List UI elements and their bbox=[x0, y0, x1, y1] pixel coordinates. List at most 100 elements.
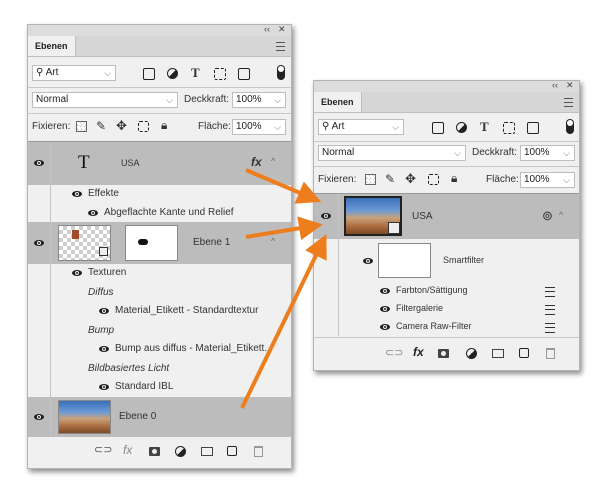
texture-heading: Diffus bbox=[88, 287, 114, 298]
filter-toggle[interactable] bbox=[566, 119, 574, 134]
eye-icon[interactable] bbox=[34, 240, 44, 246]
link-icon[interactable]: ⊂⊃ bbox=[94, 443, 112, 456]
tab-layers[interactable]: Ebenen bbox=[28, 36, 76, 56]
lock-transparency-icon[interactable] bbox=[76, 121, 87, 132]
layers-panel-left: ‹‹ ✕ Ebenen ⚲ Art ⌵ T Normal ⌵ Deckkraft… bbox=[27, 24, 292, 469]
lock-transparency-icon[interactable] bbox=[365, 174, 376, 185]
fill-input[interactable]: 100% ⌵ bbox=[520, 172, 575, 188]
filter-item-row[interactable]: Camera Raw-Filter bbox=[314, 318, 579, 336]
eye-icon[interactable] bbox=[321, 213, 331, 219]
visibility-cell bbox=[28, 321, 51, 340]
eye-icon[interactable] bbox=[363, 258, 373, 264]
layer-mask-thumbnail[interactable] bbox=[125, 225, 178, 261]
eye-icon[interactable] bbox=[99, 384, 109, 390]
image-filter-icon[interactable] bbox=[432, 122, 444, 134]
filter-kind-select[interactable]: ⚲ Art ⌵ bbox=[32, 65, 116, 81]
eye-icon[interactable] bbox=[99, 308, 109, 314]
opacity-label: Deckkraft: bbox=[472, 147, 518, 158]
lock-pixels-icon[interactable]: ✎ bbox=[96, 119, 106, 133]
eye-icon[interactable] bbox=[88, 210, 98, 216]
filter-item-label: Filtergalerie bbox=[396, 303, 444, 313]
collapse-button[interactable]: ‹‹ bbox=[264, 25, 270, 35]
lock-position-icon[interactable]: ✥ bbox=[116, 118, 127, 134]
layer-name: Ebene 0 bbox=[119, 411, 157, 422]
filter-item-row[interactable]: Farbton/Sättigung bbox=[314, 282, 579, 300]
opacity-input[interactable]: 100% ⌵ bbox=[232, 92, 286, 108]
filter-options-icon[interactable] bbox=[545, 305, 555, 315]
lock-all-icon[interactable]: 🔒︎ bbox=[161, 118, 167, 133]
folder-icon[interactable] bbox=[492, 349, 504, 358]
smart-filter-mask-thumbnail[interactable] bbox=[378, 243, 431, 278]
mask-icon[interactable] bbox=[438, 349, 449, 358]
shape-filter-icon[interactable] bbox=[214, 68, 226, 80]
smartfilter-row[interactable]: Smartfilter bbox=[314, 239, 579, 282]
close-button[interactable]: ✕ bbox=[566, 81, 574, 91]
collapse-button[interactable]: ‹‹ bbox=[552, 81, 558, 91]
chevron-up-icon[interactable]: ^ bbox=[271, 236, 275, 246]
chevron-up-icon[interactable]: ^ bbox=[271, 156, 275, 166]
eye-icon[interactable] bbox=[34, 414, 44, 420]
filter-toggle[interactable] bbox=[277, 65, 285, 80]
fx-icon[interactable]: fx bbox=[413, 345, 424, 359]
opacity-value: 100% bbox=[524, 147, 550, 158]
layer-name: USA bbox=[412, 211, 433, 222]
eye-icon[interactable] bbox=[34, 160, 44, 166]
layer-row-ebene0[interactable]: Ebene 0 bbox=[28, 397, 291, 437]
fx-badge-icon[interactable]: fx bbox=[251, 155, 262, 169]
image-filter-icon[interactable] bbox=[143, 68, 155, 80]
adjustment-layer-icon[interactable] bbox=[175, 446, 186, 457]
filter-kind-select[interactable]: ⚲ Art ⌵ bbox=[318, 119, 404, 135]
folder-icon[interactable] bbox=[201, 447, 213, 456]
tab-layers[interactable]: Ebenen bbox=[314, 92, 362, 112]
eye-icon[interactable] bbox=[72, 191, 82, 197]
link-icon[interactable]: ⊂⊃ bbox=[385, 346, 403, 359]
shape-filter-icon[interactable] bbox=[503, 122, 515, 134]
eye-icon[interactable] bbox=[72, 270, 82, 276]
lock-artboard-icon[interactable] bbox=[138, 121, 149, 132]
adjustment-filter-icon[interactable] bbox=[456, 122, 467, 133]
fx-icon[interactable]: fx bbox=[123, 443, 132, 457]
adjustment-layer-icon[interactable] bbox=[466, 348, 477, 359]
fill-input[interactable]: 100% ⌵ bbox=[232, 119, 286, 135]
fill-label: Fläche: bbox=[486, 174, 519, 185]
blend-mode-select[interactable]: Normal ⌵ bbox=[318, 145, 466, 161]
filter-options-icon[interactable] bbox=[545, 323, 555, 333]
adjustment-filter-icon[interactable] bbox=[167, 68, 178, 79]
type-filter-icon[interactable]: T bbox=[191, 65, 200, 81]
lock-artboard-icon[interactable] bbox=[428, 174, 439, 185]
layer-row-ebene1[interactable]: Ebene 1 ^ bbox=[28, 222, 291, 264]
lock-position-icon[interactable]: ✥ bbox=[405, 171, 416, 187]
panel-menu-icon[interactable] bbox=[564, 98, 573, 107]
type-filter-icon[interactable]: T bbox=[480, 119, 489, 135]
visibility-cell bbox=[28, 185, 51, 204]
visibility-cell bbox=[28, 204, 51, 222]
new-layer-icon[interactable] bbox=[519, 348, 529, 358]
filter-item-row[interactable]: Filtergalerie bbox=[314, 300, 579, 318]
eye-icon[interactable] bbox=[380, 324, 390, 330]
close-button[interactable]: ✕ bbox=[278, 25, 286, 35]
eye-icon[interactable] bbox=[380, 288, 390, 294]
smart-object-filter-icon[interactable] bbox=[238, 68, 250, 80]
panel-menu-icon[interactable] bbox=[276, 42, 285, 51]
opacity-label: Deckkraft: bbox=[184, 94, 230, 105]
smart-object-filter-icon[interactable] bbox=[527, 122, 539, 134]
fill-value: 100% bbox=[236, 121, 262, 132]
eye-icon[interactable] bbox=[99, 346, 109, 352]
new-layer-icon[interactable] bbox=[227, 446, 237, 456]
smart-filter-badge-icon[interactable]: ⊚ bbox=[542, 208, 553, 224]
trash-icon[interactable] bbox=[546, 348, 555, 359]
filter-options-icon[interactable] bbox=[545, 287, 555, 297]
blend-mode-select[interactable]: Normal ⌵ bbox=[32, 92, 178, 108]
eye-icon[interactable] bbox=[380, 306, 390, 312]
texture-heading: Bump bbox=[88, 325, 115, 336]
opacity-input[interactable]: 100% ⌵ bbox=[520, 145, 575, 161]
lock-all-icon[interactable]: 🔒︎ bbox=[451, 171, 457, 186]
lock-pixels-icon[interactable]: ✎ bbox=[385, 172, 395, 186]
layer-row-usa[interactable]: T USA fx ^ bbox=[28, 142, 291, 185]
panel-bottom-bar: ⊂⊃ fx bbox=[28, 437, 291, 465]
chevron-up-icon[interactable]: ^ bbox=[559, 210, 563, 220]
layer-row-usa[interactable]: USA ⊚ ^ bbox=[314, 194, 579, 239]
trash-icon[interactable] bbox=[254, 446, 263, 457]
texture-item-row: Bump aus diffus - Material_Etikett... bbox=[28, 340, 291, 359]
mask-icon[interactable] bbox=[149, 447, 160, 456]
